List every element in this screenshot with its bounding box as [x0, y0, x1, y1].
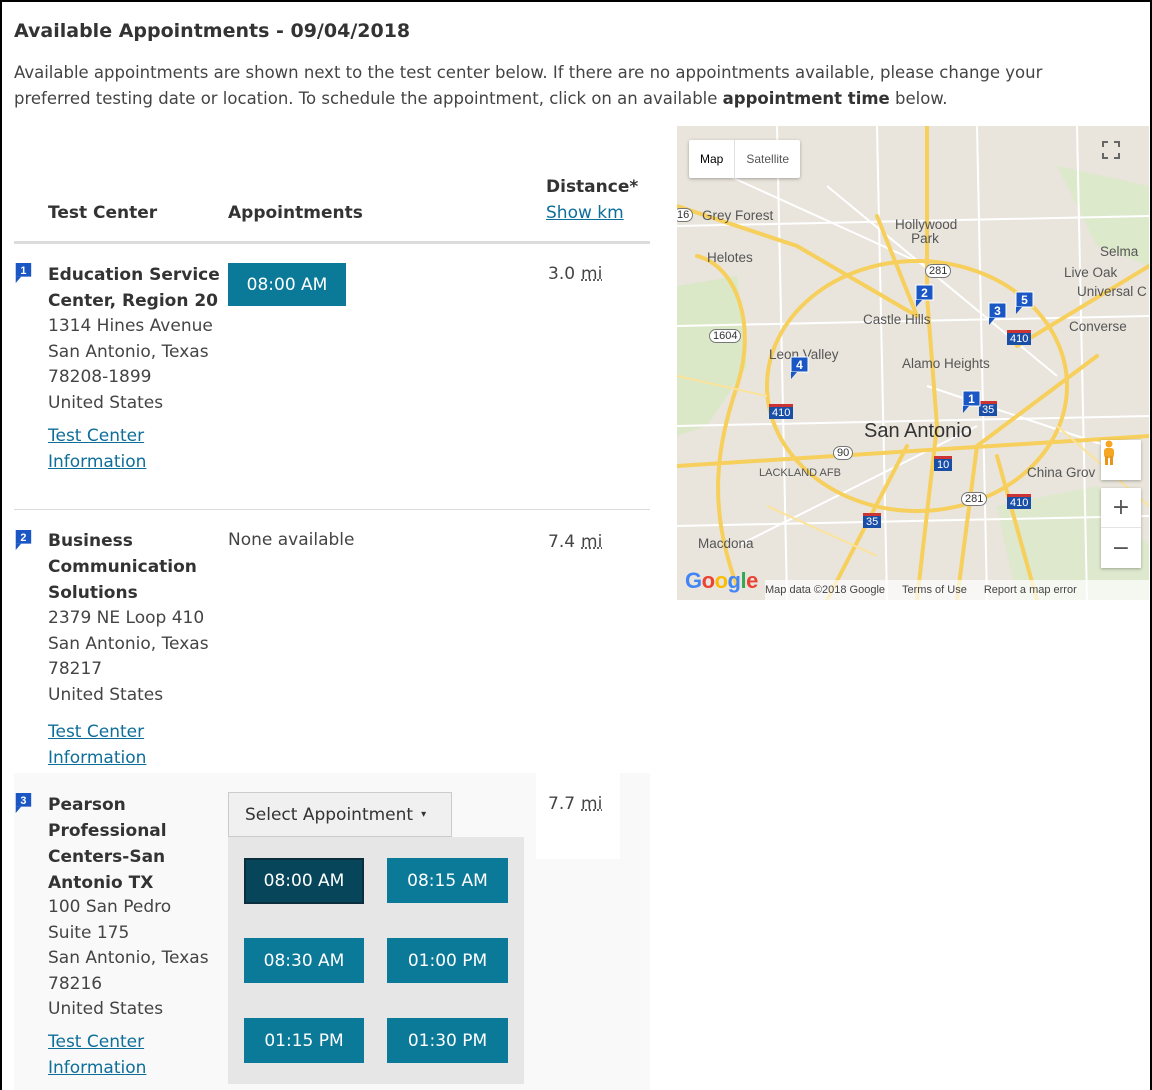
svg-text:1: 1 — [20, 265, 26, 277]
map-pin-1-icon[interactable]: 1 — [960, 390, 982, 414]
map-label: Grey Forest — [702, 208, 774, 223]
highway-shield: 281 — [961, 492, 988, 506]
test-center-name: Education Service Center, Region 20 — [48, 265, 220, 311]
highway-shield: 410 — [1007, 330, 1032, 345]
distance-cell-bg — [536, 773, 620, 859]
map-label: Hollywood Park — [895, 217, 958, 246]
test-center-address: 100 San Pedro Suite 175 San Antonio, Tex… — [48, 897, 209, 1019]
map-footer: Google Map data ©2018 Google Terms of Us… — [677, 568, 1149, 600]
test-center-info-link[interactable]: Test Center Information — [48, 719, 198, 771]
col-header-appointments: Appointments — [228, 203, 363, 223]
header-divider — [14, 241, 650, 244]
map-marker-1-icon: 1 — [15, 263, 32, 283]
terms-of-use-link[interactable]: Terms of Use — [902, 584, 967, 596]
map-pin-5-icon[interactable]: 5 — [1013, 291, 1035, 315]
test-center-info-link[interactable]: Test Center Information — [48, 423, 198, 475]
map-label: Helotes — [707, 250, 753, 265]
google-logo: Google — [685, 568, 758, 593]
map-marker-2-icon: 2 — [15, 530, 32, 550]
col-header-test-center: Test Center — [48, 203, 158, 223]
map-label: Live Oak — [1064, 265, 1118, 280]
select-appointment-dropdown[interactable]: Select Appointment ▾ — [228, 792, 452, 837]
appointment-time-button[interactable]: 01:00 PM — [387, 938, 508, 983]
col-header-distance: Distance* — [546, 177, 639, 197]
test-center-info-link[interactable]: Test Center Information — [48, 1029, 198, 1081]
map-pin-3-icon[interactable]: 3 — [986, 302, 1008, 326]
map[interactable]: Map Satellite Grey Forest Hollywood Park… — [677, 126, 1149, 600]
map-marker-3-icon: 3 — [15, 793, 32, 813]
map-label: Castle Hills — [863, 312, 931, 327]
map-pin-2-icon[interactable]: 2 — [913, 284, 935, 308]
highway-shield: 10 — [934, 456, 953, 471]
svg-text:1: 1 — [968, 392, 975, 406]
highway-shield: 35 — [863, 513, 882, 528]
svg-text:2: 2 — [20, 532, 26, 544]
svg-text:2: 2 — [921, 286, 928, 300]
report-map-error-link[interactable]: Report a map error — [984, 584, 1077, 596]
map-type-control: Map Satellite — [689, 140, 801, 178]
test-center-address: 1314 Hines Avenue San Antonio, Texas 782… — [48, 316, 213, 413]
map-data-text: Map data ©2018 Google — [765, 584, 886, 596]
street-view-pegman-icon[interactable] — [1101, 440, 1141, 480]
appointment-time-button[interactable]: 08:30 AM — [244, 938, 364, 983]
highway-shield: 1604 — [709, 329, 742, 343]
appointment-time-button[interactable]: 08:15 AM — [387, 858, 508, 903]
appointment-time-button[interactable]: 08:00 AM — [228, 263, 346, 306]
svg-text:4: 4 — [796, 358, 803, 372]
map-attribution: Map data ©2018 Google Terms of Use Repor… — [765, 580, 1149, 600]
distance-value: 7.4 mi — [548, 532, 603, 552]
map-type-satellite-button[interactable]: Satellite — [735, 140, 800, 178]
svg-text:5: 5 — [1021, 293, 1028, 307]
map-pin-4-icon[interactable]: 4 — [788, 356, 810, 380]
intro-text: Available appointments are shown next to… — [14, 63, 1043, 108]
caret-down-icon: ▾ — [421, 809, 427, 820]
map-label: Converse — [1069, 319, 1127, 334]
zoom-out-button[interactable]: − — [1101, 528, 1141, 568]
appointment-time-button[interactable]: 08:00 AM — [244, 858, 364, 904]
row-divider — [14, 509, 650, 510]
test-center-name: Pearson Professional Centers-San Antonio… — [48, 795, 167, 893]
map-label: Macdona — [698, 536, 754, 551]
no-appointments-text: None available — [228, 530, 355, 550]
highway-shield: 281 — [925, 264, 952, 278]
highway-shield: 90 — [833, 446, 854, 460]
map-type-map-button[interactable]: Map — [689, 140, 736, 178]
highway-shield: 410 — [1007, 494, 1032, 509]
appointment-time-button[interactable]: 01:15 PM — [244, 1018, 364, 1063]
zoom-in-button[interactable]: + — [1101, 488, 1141, 528]
zoom-control: + − — [1101, 488, 1141, 568]
map-label: San Antonio — [864, 420, 972, 442]
map-label: Selma — [1100, 244, 1139, 259]
highway-shield: 16 — [677, 208, 694, 222]
page-title: Available Appointments - 09/04/2018 — [14, 20, 411, 42]
map-label: Alamo Heights — [902, 356, 990, 371]
show-km-link[interactable]: Show km — [546, 203, 624, 223]
test-center-name: Business Communication Solutions — [48, 531, 197, 603]
distance-value: 3.0 mi — [548, 264, 603, 284]
svg-text:3: 3 — [994, 304, 1001, 318]
highway-shield: 410 — [769, 404, 794, 419]
fullscreen-icon[interactable] — [1101, 140, 1141, 180]
appointment-time-button[interactable]: 01:30 PM — [387, 1018, 508, 1063]
distance-value: 7.7 mi — [548, 794, 603, 814]
map-label: LACKLAND AFB — [759, 467, 841, 479]
map-label: China Grov — [1027, 465, 1096, 480]
test-center-address: 2379 NE Loop 410 San Antonio, Texas 7821… — [48, 608, 209, 705]
svg-text:3: 3 — [20, 795, 26, 807]
map-label: Universal C — [1077, 284, 1147, 299]
